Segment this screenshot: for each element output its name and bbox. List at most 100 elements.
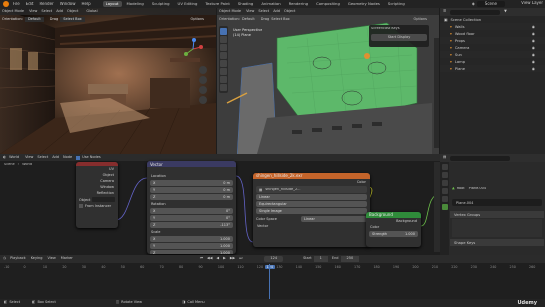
vector-component-field[interactable]: Y 0° (150, 215, 233, 221)
interpolation-dropdown[interactable]: Linear (256, 194, 367, 200)
modifier-tab-icon[interactable] (441, 196, 448, 202)
jump-end-icon[interactable]: ⏭ (239, 257, 242, 261)
tool-tab-icon[interactable] (441, 164, 448, 170)
grid-view-icon[interactable] (199, 96, 207, 104)
tab-scripting[interactable]: Scripting (385, 1, 408, 7)
start-display-button[interactable]: Start Display (371, 33, 427, 41)
drag-dropdown[interactable]: Select Box (60, 16, 85, 23)
left-select-menu[interactable]: Select (41, 9, 52, 14)
vector-component-field[interactable]: X 0° (150, 208, 233, 214)
image-selector[interactable]: ▦ shingen_hillside_2... (256, 186, 367, 193)
camera-view-icon[interactable] (199, 86, 207, 94)
left-add-menu[interactable]: Add (56, 9, 63, 14)
texture-coordinate-node[interactable]: UV Object Camera Window Reflection Object Fr… (76, 162, 118, 228)
tab-animation[interactable]: Animation (258, 1, 283, 7)
mapping-header[interactable]: Vector (147, 161, 236, 167)
menu-help[interactable]: Help (81, 2, 90, 6)
tab-geometry-nodes[interactable]: Geometry Nodes (345, 1, 383, 7)
projection-dropdown[interactable]: Equirectangular (256, 201, 367, 207)
play-icon[interactable]: ▶ (223, 257, 226, 261)
start-frame-field[interactable]: 1 (313, 256, 328, 262)
filter-icon[interactable]: ▼ (504, 10, 507, 14)
play-reverse-icon[interactable]: ◀ (216, 257, 219, 261)
data-tab-icon[interactable] (441, 204, 448, 210)
vector-component-field[interactable]: Z 0 m (150, 194, 233, 200)
outliner-item[interactable]: ▾ Sun ◉ (440, 51, 545, 58)
end-frame-field[interactable]: 250 (340, 256, 360, 262)
tab-texture-paint[interactable]: Texture Paint (202, 1, 233, 7)
visibility-eye-icon[interactable]: ◉ (532, 32, 535, 36)
menu-render[interactable]: Render (39, 2, 53, 6)
visibility-eye-icon[interactable]: ◉ (532, 39, 535, 43)
timeline-view-menu[interactable]: View (47, 257, 55, 261)
outliner-item[interactable]: ▾ Walls ◉ (440, 23, 545, 30)
scene-selector[interactable]: ◈ Scene (472, 1, 505, 7)
vertex-groups-panel[interactable]: Vertex Groups (450, 211, 544, 218)
tab-compositing[interactable]: Compositing (313, 1, 343, 7)
shader-editor[interactable]: ◐ World View Select Add Node Use Nodes S… (0, 154, 440, 255)
visibility-eye-icon[interactable]: ◉ (532, 60, 535, 64)
viewlayer-selector[interactable]: View Layer (521, 1, 543, 5)
mapping-node[interactable]: Vector Location X 0 m Y 0 m Z 0 m Rotation X 0… (147, 161, 236, 254)
timeline-editor-icon[interactable]: ◷ (3, 257, 6, 261)
vector-component-field[interactable]: Z 1.000 (150, 250, 233, 254)
outliner-editor-icon[interactable]: ☰ (443, 10, 446, 14)
zoom-icon[interactable] (199, 66, 207, 74)
source-dropdown[interactable]: Single Image (256, 208, 367, 214)
outliner-item[interactable]: ▾ Props ◉ (440, 37, 545, 44)
outliner-scene-collection[interactable]: ▣ Scene Collection (440, 16, 545, 23)
tab-layout[interactable]: Layout (102, 1, 122, 7)
prev-key-icon[interactable]: ◀◀ (207, 257, 212, 261)
vector-component-field[interactable]: X 0 m (150, 180, 233, 186)
colorspace-dropdown[interactable]: Linear (301, 216, 367, 222)
playback-menu[interactable]: Playback (10, 257, 26, 261)
menu-edit[interactable]: Edit (26, 2, 34, 6)
properties-search-field[interactable] (450, 155, 511, 161)
outliner-item[interactable]: ▾ Lamp ◉ (440, 58, 545, 65)
menu-file[interactable]: File (13, 2, 20, 6)
hand-pan-icon[interactable] (199, 76, 207, 84)
left-view-menu[interactable]: View (29, 9, 37, 14)
playhead[interactable] (268, 264, 270, 299)
outliner-item[interactable]: ▾ Camera ◉ (440, 44, 545, 51)
background-node[interactable]: Background Background Color Strength 1.0… (366, 212, 421, 247)
properties-editor-icon[interactable]: ▤ (443, 156, 446, 160)
shape-keys-panel[interactable]: Shape Keys (450, 239, 544, 246)
environment-texture-node[interactable]: shingen_hillside_2k.exr Color ▦ shingen_… (253, 173, 370, 247)
texcoord-object-field[interactable] (92, 197, 115, 202)
next-key-icon[interactable]: ▶▶ (230, 257, 235, 261)
tab-uv-editing[interactable]: UV Editing (175, 1, 201, 7)
vertex-groups-list[interactable] (452, 219, 542, 237)
viewport-right[interactable]: Object Mode View Select Add Object Orien… (217, 8, 439, 154)
output-tab-icon[interactable] (441, 180, 448, 186)
outliner-item[interactable]: ▾ Wood floor ◉ (440, 30, 545, 37)
orientation-dropdown[interactable]: Default (24, 16, 44, 23)
navigation-gizmo[interactable] (182, 38, 204, 60)
outliner-item[interactable]: ▾ Plane ◉ (440, 65, 545, 72)
mode-selector[interactable]: Object Mode (2, 9, 24, 14)
tab-sculpting[interactable]: Sculpting (149, 1, 173, 7)
visibility-eye-icon[interactable]: ◉ (532, 25, 535, 29)
jump-start-icon[interactable]: ⏮ (200, 257, 203, 261)
vector-component-field[interactable]: Z -113° (150, 222, 233, 228)
menu-window[interactable]: Window (60, 2, 76, 6)
mesh-name-field[interactable]: Plane.004 (452, 199, 542, 206)
from-instancer-checkbox[interactable] (79, 204, 83, 208)
tab-rendering[interactable]: Rendering (286, 1, 311, 7)
blender-logo-icon[interactable] (3, 1, 9, 7)
visibility-eye-icon[interactable]: ◉ (532, 53, 535, 57)
left-options-button[interactable]: Options (190, 17, 204, 22)
outliner-search-field[interactable] (450, 9, 501, 15)
keying-menu[interactable]: Keying (31, 257, 43, 261)
vector-component-field[interactable]: Y 0 m (150, 187, 233, 193)
timeline[interactable]: ◷ Playback Keying View Marker ⏮ ◀◀ ◀ ▶ ▶… (0, 255, 545, 299)
strength-field[interactable]: Strength 1.000 (369, 231, 418, 237)
render-tab-icon[interactable] (441, 172, 448, 178)
tab-shading[interactable]: Shading (235, 1, 256, 7)
object-tab-icon[interactable] (441, 188, 448, 194)
vector-component-field[interactable]: Y 1.000 (150, 243, 233, 249)
viewport-left[interactable]: Object Mode View Select Add Object Globa… (0, 8, 216, 154)
vector-component-field[interactable]: X 1.000 (150, 236, 233, 242)
visibility-eye-icon[interactable]: ◉ (532, 46, 535, 50)
visibility-eye-icon[interactable]: ◉ (532, 67, 535, 71)
